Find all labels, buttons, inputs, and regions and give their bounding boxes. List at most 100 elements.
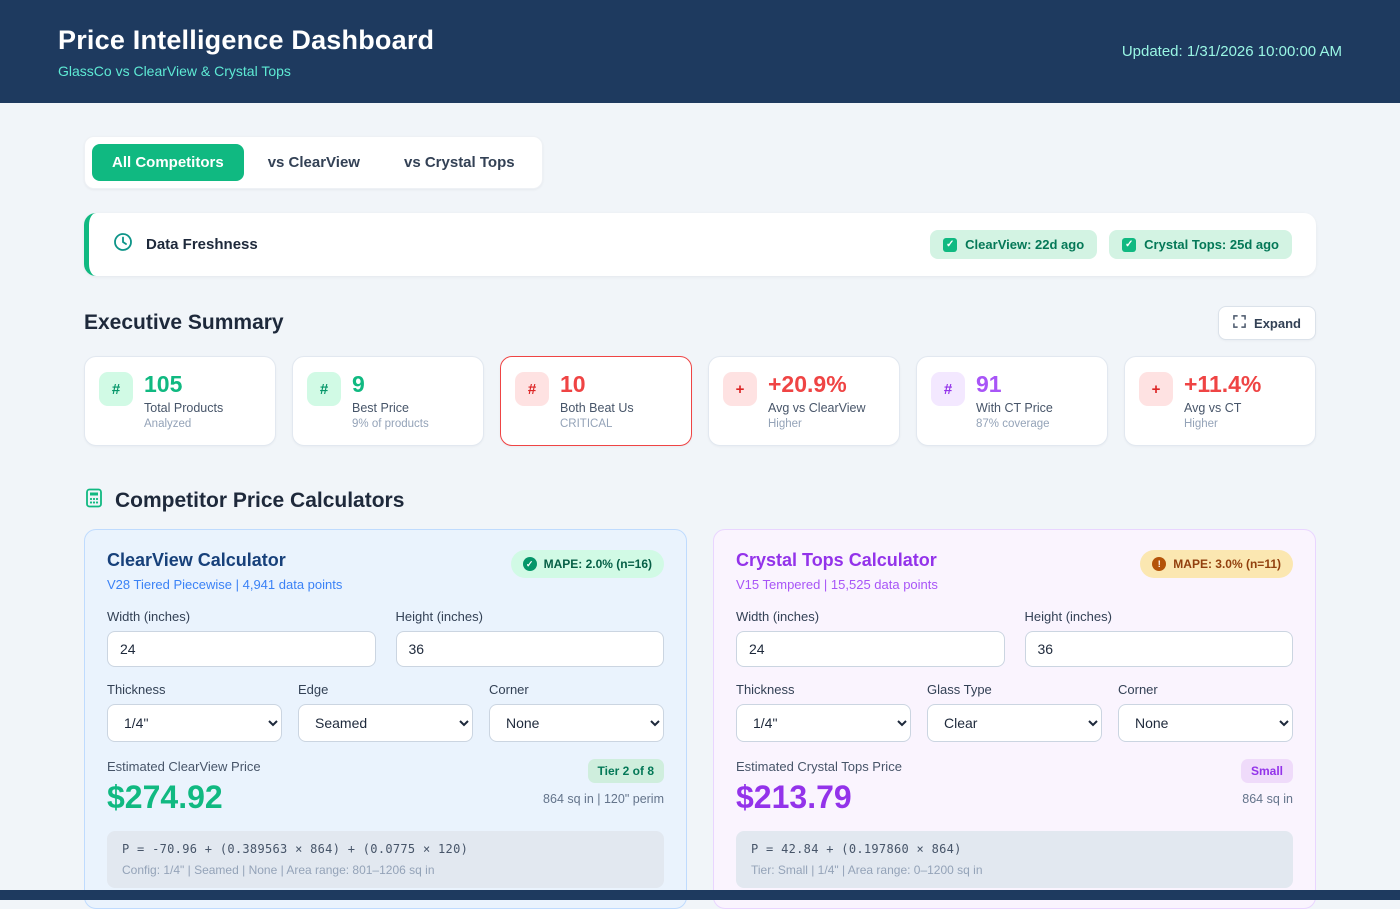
expand-button[interactable]: Expand bbox=[1218, 306, 1316, 340]
crystal-tops-calculator-card: Crystal Tops Calculator V15 Tempered | 1… bbox=[713, 529, 1316, 909]
clearview-mape-badge: ✓ MAPE: 2.0% (n=16) bbox=[511, 550, 664, 578]
stat-label: Best Price bbox=[352, 401, 429, 415]
clearview-edge-select[interactable]: Seamed bbox=[298, 704, 473, 742]
crystal-tops-dims-text: 864 sq in bbox=[1241, 792, 1293, 806]
tab-vs-clearview[interactable]: vs ClearView bbox=[248, 144, 380, 181]
stat-label: With CT Price bbox=[976, 401, 1053, 415]
check-circle-icon: ✓ bbox=[523, 557, 537, 571]
stat-value: 91 bbox=[976, 372, 1053, 397]
width-label: Width (inches) bbox=[107, 609, 376, 624]
clearview-tier-badge: Tier 2 of 8 bbox=[588, 759, 664, 783]
edge-label: Edge bbox=[298, 682, 473, 697]
crystal-tops-formula-text: P = 42.84 + (0.197860 × 864) bbox=[751, 842, 1278, 856]
stat-value: 9 bbox=[352, 372, 429, 397]
crystal-tops-formula-box: P = 42.84 + (0.197860 × 864) Tier: Small… bbox=[736, 831, 1293, 888]
stat-label: Both Beat Us bbox=[560, 401, 634, 415]
expand-icon bbox=[1233, 315, 1246, 331]
page-subtitle: GlassCo vs ClearView & Crystal Tops bbox=[58, 63, 434, 79]
clearview-height-input[interactable] bbox=[396, 631, 665, 667]
clearview-calculator-title: ClearView Calculator bbox=[107, 550, 342, 571]
clearview-formula-box: P = -70.96 + (0.389563 × 864) + (0.0775 … bbox=[107, 831, 664, 888]
crystal-tops-config-text: Tier: Small | 1/4" | Area range: 0–1200 … bbox=[751, 863, 1278, 877]
updated-timestamp: Updated: 1/31/2026 10:00:00 AM bbox=[1122, 43, 1342, 60]
stat-sublabel: Analyzed bbox=[144, 418, 223, 430]
expand-label: Expand bbox=[1254, 316, 1301, 331]
stat-best-price: # 9 Best Price 9% of products bbox=[292, 356, 484, 446]
stat-value: +20.9% bbox=[768, 372, 866, 397]
warning-circle-icon: ! bbox=[1152, 557, 1166, 571]
stat-value: 10 bbox=[560, 372, 634, 397]
hash-icon: # bbox=[307, 372, 341, 406]
crystal-tops-price-label: Estimated Crystal Tops Price bbox=[736, 759, 902, 774]
section-title-calculators: Competitor Price Calculators bbox=[115, 489, 404, 513]
stat-sublabel: Higher bbox=[1184, 418, 1261, 430]
crystal-tops-size-badge: Small bbox=[1241, 759, 1293, 783]
freshness-title: Data Freshness bbox=[146, 236, 258, 253]
thickness-label: Thickness bbox=[736, 682, 911, 697]
tab-all-competitors[interactable]: All Competitors bbox=[92, 144, 244, 181]
clock-icon bbox=[113, 232, 133, 257]
height-label: Height (inches) bbox=[396, 609, 665, 624]
clearview-corner-select[interactable]: None bbox=[489, 704, 664, 742]
plus-icon: + bbox=[1139, 372, 1173, 406]
page-title: Price Intelligence Dashboard bbox=[58, 25, 434, 56]
stat-avg-vs-ct: + +11.4% Avg vs CT Higher bbox=[1124, 356, 1316, 446]
hash-icon: # bbox=[515, 372, 549, 406]
competitor-tabs: All Competitors vs ClearView vs Crystal … bbox=[84, 136, 543, 189]
hash-icon: # bbox=[99, 372, 133, 406]
stat-label: Avg vs ClearView bbox=[768, 401, 866, 415]
tab-vs-crystal-tops[interactable]: vs Crystal Tops bbox=[384, 144, 535, 181]
clearview-calculator-card: ClearView Calculator V28 Tiered Piecewis… bbox=[84, 529, 687, 909]
clearview-thickness-select[interactable]: 1/4" bbox=[107, 704, 282, 742]
check-icon: ✓ bbox=[943, 238, 957, 252]
clearview-model-subtitle: V28 Tiered Piecewise | 4,941 data points bbox=[107, 577, 342, 592]
clearview-formula-text: P = -70.96 + (0.389563 × 864) + (0.0775 … bbox=[122, 842, 649, 856]
clearview-width-input[interactable] bbox=[107, 631, 376, 667]
crystal-tops-corner-select[interactable]: None bbox=[1118, 704, 1293, 742]
crystal-tops-model-subtitle: V15 Tempered | 15,525 data points bbox=[736, 577, 938, 592]
stat-sublabel: Higher bbox=[768, 418, 866, 430]
calculator-icon bbox=[84, 488, 104, 513]
corner-label: Corner bbox=[489, 682, 664, 697]
crystal-tops-width-input[interactable] bbox=[736, 631, 1005, 667]
crystal-tops-height-input[interactable] bbox=[1025, 631, 1294, 667]
crystal-tops-mape-badge: ! MAPE: 3.0% (n=11) bbox=[1140, 550, 1293, 578]
clearview-price-value: $274.92 bbox=[107, 779, 261, 816]
stat-avg-vs-clearview: + +20.9% Avg vs ClearView Higher bbox=[708, 356, 900, 446]
plus-icon: + bbox=[723, 372, 757, 406]
height-label: Height (inches) bbox=[1025, 609, 1294, 624]
freshness-badge-crystaltops-label: Crystal Tops: 25d ago bbox=[1144, 237, 1279, 252]
stat-total-products: # 105 Total Products Analyzed bbox=[84, 356, 276, 446]
freshness-badge-clearview: ✓ ClearView: 22d ago bbox=[930, 230, 1097, 259]
freshness-badge-clearview-label: ClearView: 22d ago bbox=[965, 237, 1084, 252]
crystal-tops-thickness-select[interactable]: 1/4" bbox=[736, 704, 911, 742]
data-freshness-card: Data Freshness ✓ ClearView: 22d ago ✓ Cr… bbox=[84, 213, 1316, 276]
stat-sublabel: 9% of products bbox=[352, 418, 429, 430]
crystal-tops-calculator-title: Crystal Tops Calculator bbox=[736, 550, 938, 571]
stat-with-ct-price: # 91 With CT Price 87% coverage bbox=[916, 356, 1108, 446]
corner-label: Corner bbox=[1118, 682, 1293, 697]
crystal-tops-glass-type-select[interactable]: Clear bbox=[927, 704, 1102, 742]
stat-value: +11.4% bbox=[1184, 372, 1261, 397]
clearview-mape-label: MAPE: 2.0% (n=16) bbox=[544, 557, 652, 571]
check-icon: ✓ bbox=[1122, 238, 1136, 252]
clearview-price-label: Estimated ClearView Price bbox=[107, 759, 261, 774]
width-label: Width (inches) bbox=[736, 609, 1005, 624]
crystal-tops-price-value: $213.79 bbox=[736, 779, 902, 816]
crystal-tops-mape-label: MAPE: 3.0% (n=11) bbox=[1173, 557, 1281, 571]
clearview-config-text: Config: 1/4" | Seamed | None | Area rang… bbox=[122, 863, 649, 877]
stat-label: Total Products bbox=[144, 401, 223, 415]
stat-label: Avg vs CT bbox=[1184, 401, 1261, 415]
stat-card-row: # 105 Total Products Analyzed # 9 Best P… bbox=[84, 356, 1316, 446]
section-title-executive-summary: Executive Summary bbox=[84, 311, 284, 335]
main-content: All Competitors vs ClearView vs Crystal … bbox=[84, 103, 1316, 909]
clearview-dims-text: 864 sq in | 120" perim bbox=[543, 792, 664, 806]
header-left: Price Intelligence Dashboard GlassCo vs … bbox=[58, 25, 434, 79]
thickness-label: Thickness bbox=[107, 682, 282, 697]
stat-value: 105 bbox=[144, 372, 223, 397]
stat-sublabel: CRITICAL bbox=[560, 418, 634, 430]
stat-sublabel: 87% coverage bbox=[976, 418, 1053, 430]
glass-type-label: Glass Type bbox=[927, 682, 1102, 697]
freshness-badge-crystaltops: ✓ Crystal Tops: 25d ago bbox=[1109, 230, 1292, 259]
hash-icon: # bbox=[931, 372, 965, 406]
